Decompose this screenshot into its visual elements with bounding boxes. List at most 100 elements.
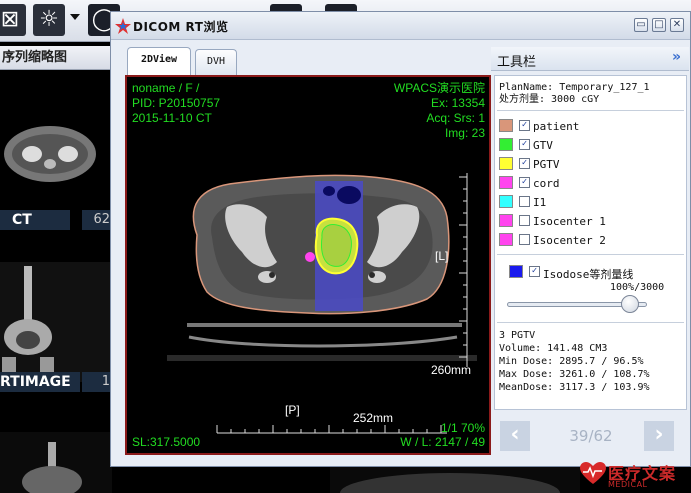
thumbnail-third[interactable] (0, 432, 112, 493)
structure-color-swatch (499, 214, 513, 227)
dialog-titlebar[interactable]: DICOM RT浏览 ▭ □ ✕ (111, 12, 690, 40)
screen: ⊠ ☼ ◯ ↺ ▦ 序列缩略图 CT 62 (0, 0, 691, 493)
structure-checkbox[interactable]: ✓ (519, 158, 530, 169)
prescription-dose: 处方剂量: 3000 cGY (499, 94, 600, 105)
watermark: 医疗文案 MEDICAL (578, 458, 691, 493)
patient-id: PID: P20150757 (132, 96, 221, 110)
structure-checkbox[interactable]: ✓ (519, 139, 530, 150)
structure-row-patient[interactable]: ✓ patient (499, 118, 684, 134)
ct-slice-image (127, 77, 489, 453)
thumbnail-ct[interactable]: CT 62 (0, 84, 112, 234)
structure-volume: Volume: 141.48 CM3 (499, 343, 608, 354)
structure-label: PGTV (533, 158, 560, 171)
dialog-title: DICOM RT浏览 (133, 20, 229, 34)
thumbnail-count: 1 (82, 372, 112, 392)
tool-panel-header: 工具栏 » (491, 47, 689, 71)
orientation-marker-right: [L] (435, 249, 449, 263)
close-button[interactable]: ✕ (670, 18, 684, 32)
thumbnail-rtimage[interactable]: RTIMAGE 1 (0, 262, 112, 402)
thumbnail-label: RTIMAGE (0, 372, 80, 392)
isodose-value: 100%/3000 (610, 282, 665, 293)
window-level-tool-icon[interactable]: ⊠ (0, 4, 26, 36)
minimize-button[interactable]: ▭ (634, 18, 648, 32)
isodose-checkbox[interactable]: ✓ (529, 266, 540, 277)
structure-row-isocenter-1[interactable]: Isocenter 1 (499, 213, 684, 229)
structure-label: I1 (533, 196, 547, 209)
previous-image-button[interactable]: ‹ (500, 421, 530, 451)
isodose-row[interactable]: ✓ Isodose等剂量线 (509, 264, 686, 281)
image-navigation: ‹ 39/62 › (494, 419, 687, 455)
structure-checkbox[interactable] (519, 215, 530, 226)
series-thumbnail-panel: CT 62 RTIMAGE 1 (0, 72, 112, 493)
image-number: Img: 23 (444, 126, 485, 140)
structure-row-i1[interactable]: I1 (499, 194, 684, 210)
exam-number: Ex: 13354 (430, 96, 485, 110)
structure-checkbox[interactable]: ✓ (519, 177, 530, 188)
image-counter: 39/62 (569, 427, 613, 445)
hospital-name: WPACS演示医院 (393, 81, 485, 95)
thumbnail-label: CT (0, 210, 70, 230)
cord-contour (305, 252, 315, 262)
heart-logo-icon (580, 462, 606, 484)
plan-name: PlanName: Temporary_127_1 (499, 82, 650, 93)
structure-stats-name: 3 PGTV (499, 330, 536, 341)
structure-label: GTV (533, 139, 553, 152)
acquisition-series: Acq: Srs: 1 (426, 111, 485, 125)
tab-dvh[interactable]: DVH (195, 49, 237, 75)
dropdown-arrow-icon[interactable] (70, 14, 80, 20)
structure-color-swatch (499, 195, 513, 208)
series-panel-title: 序列缩略图 (0, 46, 112, 70)
ct-image-viewer[interactable]: noname / F / PID: P20150757 2015-11-10 C… (125, 75, 491, 455)
structure-checkbox[interactable] (519, 234, 530, 245)
thumbnail-count: 62 (82, 210, 112, 230)
structure-max-dose: Max Dose: 3261.0 / 108.7% (499, 369, 650, 380)
structure-label: patient (533, 120, 580, 133)
structure-checkbox[interactable] (519, 196, 530, 207)
window-level: W / L: 2147 / 49 (400, 435, 485, 449)
structure-label: Isocenter 1 (533, 215, 606, 228)
third-thumbnail-image (0, 432, 112, 493)
structure-color-swatch (499, 157, 513, 170)
divider (497, 110, 684, 111)
divider (497, 322, 684, 323)
background-viewer-strip (330, 466, 580, 493)
isodose-slider-thumb[interactable] (621, 295, 639, 313)
orientation-marker-bottom: [P] (285, 403, 300, 417)
vertical-scale-label: 260mm (431, 363, 472, 377)
structure-row-pgtv[interactable]: ✓ PGTV (499, 156, 684, 172)
structure-checkbox[interactable]: ✓ (519, 120, 530, 131)
rtimage-thumbnail-image (0, 262, 112, 382)
maximize-button[interactable]: □ (652, 18, 666, 32)
brightness-tool-icon[interactable]: ☼ (33, 4, 65, 36)
collapse-panel-icon[interactable]: » (672, 49, 681, 65)
slice-location: SL:317.5000 (132, 435, 201, 449)
isodose-label: Isodose等剂量线 (543, 268, 634, 281)
ct-thumbnail-image (4, 126, 96, 182)
watermark-subtext: MEDICAL (608, 480, 648, 489)
tool-panel-body: PlanName: Temporary_127_1 处方剂量: 3000 cGY… (494, 75, 687, 410)
tool-panel-title: 工具栏 (497, 55, 537, 70)
page-zoom-info: 1/1 70% (440, 421, 485, 435)
tab-2dview[interactable]: 2DView (127, 47, 191, 76)
gtv-contour (321, 224, 352, 267)
next-image-button[interactable]: › (644, 421, 674, 451)
structure-label: Isocenter 2 (533, 234, 606, 247)
structure-color-swatch (499, 233, 513, 246)
view-pane: 2DView DVH noname / F / PID: P20150757 2… (121, 47, 491, 457)
horizontal-scale-label: 252mm (353, 411, 394, 425)
app-logo-icon (115, 18, 131, 34)
isodose-color-swatch (509, 265, 523, 278)
structure-mean-dose: MeanDose: 3117.3 / 103.9% (499, 382, 650, 393)
study-date: 2015-11-10 CT (132, 111, 212, 125)
tool-panel: 工具栏 » PlanName: Temporary_127_1 处方剂量: 30… (491, 47, 691, 467)
structure-row-isocenter-2[interactable]: Isocenter 2 (499, 232, 684, 248)
dicom-rt-dialog: DICOM RT浏览 ▭ □ ✕ 2DView DVH noname / F /… (110, 11, 691, 467)
structure-label: cord (533, 177, 560, 190)
divider (497, 254, 684, 255)
structure-min-dose: Min Dose: 2895.7 / 96.5% (499, 356, 644, 367)
structure-row-gtv[interactable]: ✓ GTV (499, 137, 684, 153)
structure-color-swatch (499, 138, 513, 151)
structure-color-swatch (499, 176, 513, 189)
structure-row-cord[interactable]: ✓ cord (499, 175, 684, 191)
patient-info: noname / F / (132, 81, 200, 95)
